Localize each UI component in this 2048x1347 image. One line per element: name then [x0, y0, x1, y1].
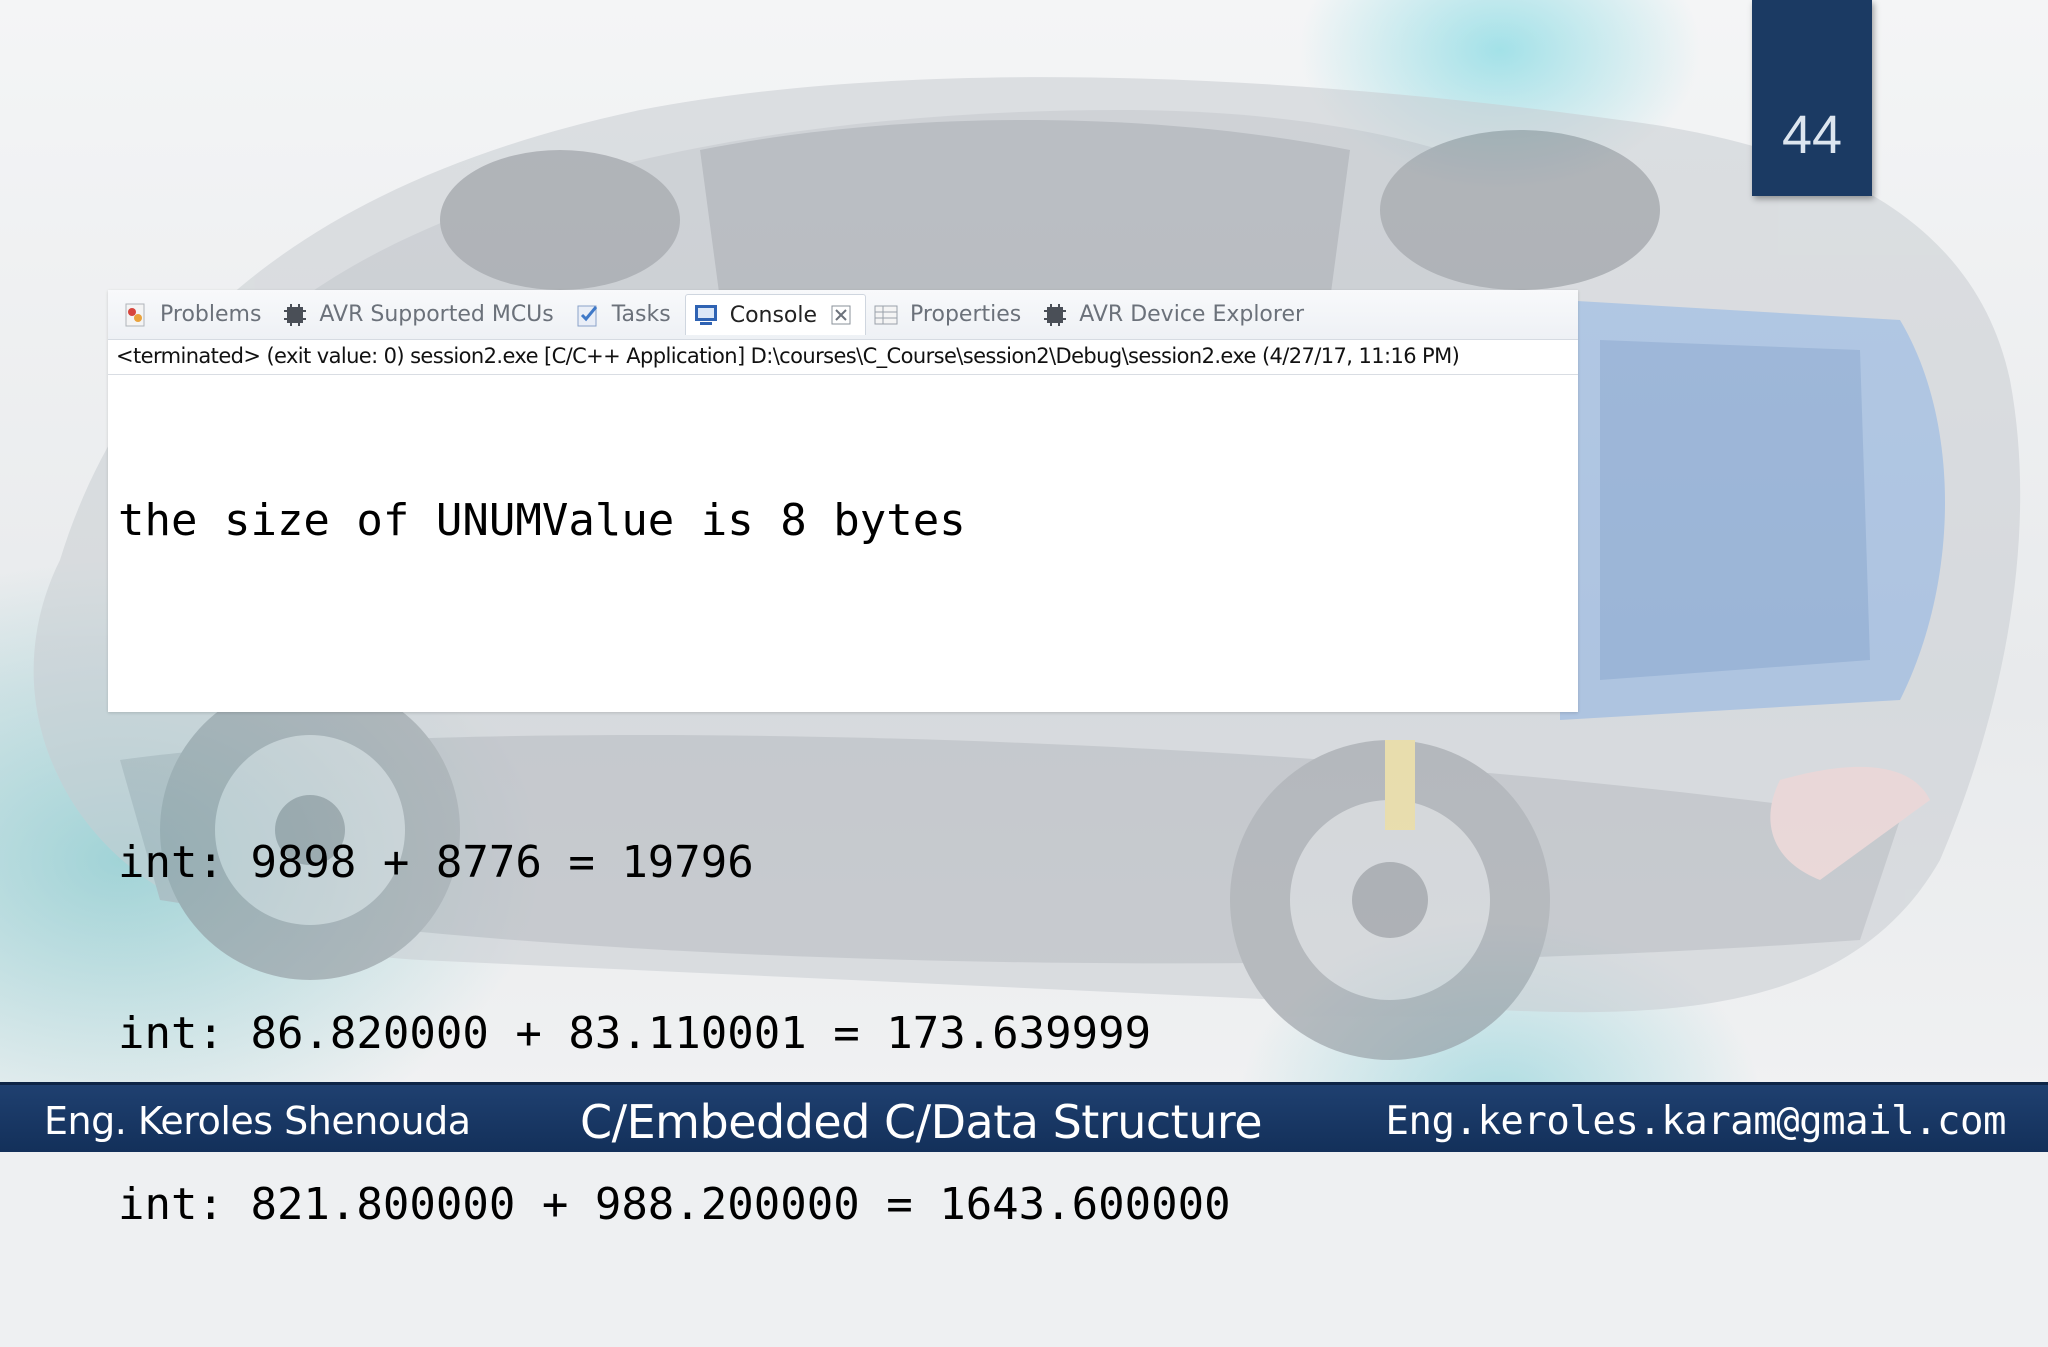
- tab-console[interactable]: Console: [684, 294, 867, 335]
- console-output[interactable]: the size of UNUMValue is 8 bytes int: 98…: [118, 378, 1231, 1347]
- console-line: int: 821.800000 + 988.200000 = 1643.6000…: [118, 1179, 1231, 1230]
- tab-label: Console: [729, 302, 818, 328]
- console-line: int: 9898 + 8776 = 19796: [118, 837, 754, 888]
- tab-label: AVR Supported MCUs: [319, 302, 554, 327]
- tab-properties[interactable]: Properties: [866, 295, 1035, 335]
- eclipse-console-panel: Problems AVR Supported MCUs Tasks Consol…: [108, 290, 1578, 1230]
- chip-icon: [284, 303, 307, 326]
- tab-label: Tasks: [611, 302, 671, 327]
- footer-email: Eng.keroles.karam@gmail.com: [1385, 1099, 2007, 1144]
- footer-author: Eng. Keroles Shenouda: [44, 1099, 471, 1143]
- footer-course-title: C/Embedded C/Data Structure: [580, 1095, 1263, 1149]
- close-icon[interactable]: [831, 305, 851, 325]
- tab-tasks[interactable]: Tasks: [568, 295, 685, 335]
- view-tab-bar: Problems AVR Supported MCUs Tasks Consol…: [108, 290, 1578, 340]
- console-line: the size of UNUMValue is 8 bytes: [118, 495, 966, 546]
- tab-problems[interactable]: Problems: [116, 295, 275, 335]
- problems-icon: [125, 303, 145, 326]
- tab-label: Problems: [160, 302, 262, 327]
- console-icon: [694, 305, 717, 325]
- tab-label: Properties: [910, 302, 1022, 327]
- slide-number: 44: [1781, 105, 1843, 165]
- properties-icon: [874, 305, 898, 324]
- slide-footer: Eng. Keroles Shenouda C/Embedded C/Data …: [0, 1082, 2048, 1152]
- console-line: int: 86.820000 + 83.110001 = 173.639999: [118, 1008, 1152, 1059]
- slide-number-badge: 44: [1752, 0, 1872, 196]
- divider: [108, 374, 1578, 375]
- tab-avr-supported-mcus[interactable]: AVR Supported MCUs: [275, 295, 567, 335]
- tab-avr-device-explorer[interactable]: AVR Device Explorer: [1035, 295, 1318, 335]
- tasks-icon: [577, 305, 597, 326]
- tab-label: AVR Device Explorer: [1079, 302, 1305, 327]
- chip-icon: [1044, 303, 1067, 326]
- console-status-line: <terminated> (exit value: 0) session2.ex…: [116, 344, 1460, 368]
